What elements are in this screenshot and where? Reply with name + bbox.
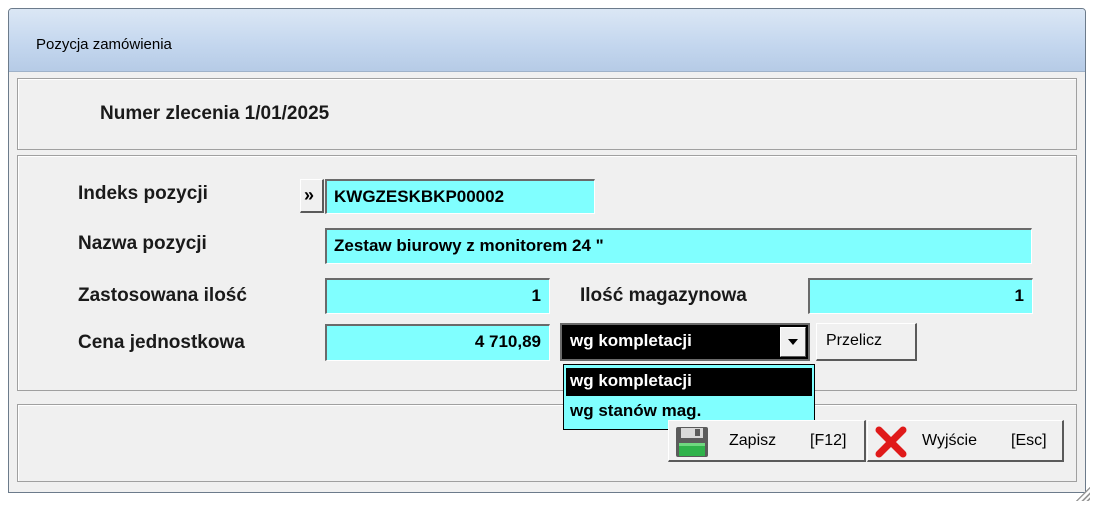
index-lookup-button[interactable]: » (300, 179, 324, 213)
unit-price-field[interactable]: 4 710,89 (325, 324, 550, 361)
index-field[interactable]: KWGZESKBKP00002 (325, 179, 595, 214)
name-field[interactable]: Zestaw biurowy z monitorem 24 " (325, 228, 1032, 264)
exit-shortcut: [Esc] (1011, 432, 1047, 449)
floppy-disk-icon (676, 427, 708, 457)
red-x-icon (875, 426, 907, 458)
name-label: Nazwa pozycji (78, 233, 207, 254)
window-title: Pozycja zamówienia (36, 36, 172, 53)
dropdown-option-selected[interactable]: wg kompletacji (566, 368, 812, 396)
quantity-field[interactable]: 1 (325, 278, 550, 314)
price-method-selected: wg kompletacji (570, 331, 692, 350)
order-number-label: Numer zlecenia 1/01/2025 (100, 103, 330, 124)
save-label: Zapisz (729, 432, 777, 449)
chevron-down-icon[interactable] (780, 327, 806, 357)
unit-price-label: Cena jednostkowa (78, 332, 245, 353)
stock-quantity-label: Ilość magazynowa (580, 285, 747, 306)
stock-quantity-field[interactable]: 1 (808, 278, 1033, 314)
exit-button[interactable]: Wyjście [Esc] (867, 420, 1064, 462)
index-label: Indeks pozycji (78, 183, 208, 204)
price-method-select[interactable]: wg kompletacji (560, 323, 810, 361)
save-button[interactable]: Zapisz [F12] (668, 420, 866, 462)
recalculate-button[interactable]: Przelicz (816, 323, 917, 361)
save-shortcut: [F12] (810, 432, 847, 449)
exit-label: Wyjście (922, 432, 977, 449)
title-bar[interactable]: Pozycja zamówienia (9, 9, 1085, 72)
quantity-label: Zastosowana ilość (78, 285, 247, 306)
header-panel: Numer zlecenia 1/01/2025 (17, 78, 1077, 150)
resize-grip-icon[interactable] (1072, 483, 1090, 501)
